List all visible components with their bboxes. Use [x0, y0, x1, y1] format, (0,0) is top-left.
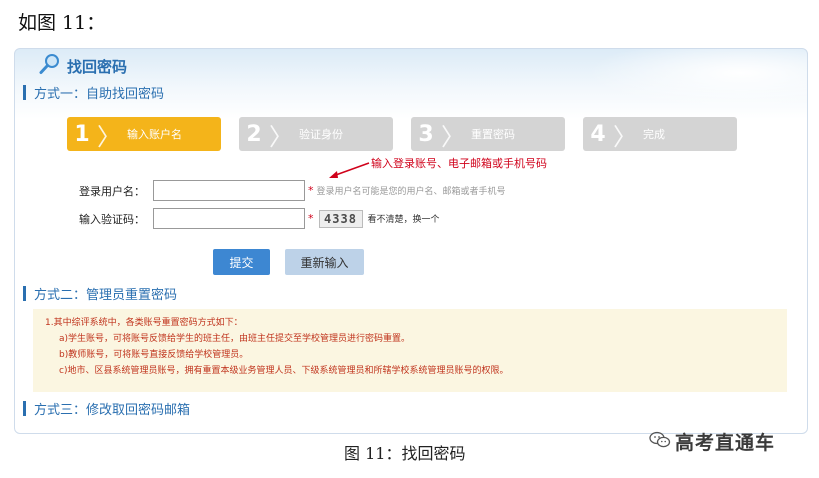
- watermark: 高考直通车: [649, 428, 775, 455]
- method2-heading: 方式二：管理员重置密码: [23, 284, 177, 303]
- figure-caption: 图 11：找回密码: [344, 444, 466, 463]
- chevron-right-icon: 〉: [269, 122, 293, 151]
- captcha-image[interactable]: 4338: [318, 209, 363, 228]
- required-mark: *: [308, 184, 314, 197]
- admin-reset-notice: 1.其中综评系统中，各类账号重置密码方式如下： a)学生账号，可将账号反馈给学生…: [33, 309, 787, 392]
- username-label: 登录用户名：: [79, 184, 145, 198]
- magnifier-icon: [39, 53, 61, 79]
- step-4: 4 〉 完成: [583, 117, 737, 151]
- chevron-right-icon: 〉: [441, 122, 465, 151]
- username-hint: 登录用户名可能是您的用户名、邮箱或者手机号: [316, 187, 506, 197]
- step-number: 4: [590, 121, 606, 147]
- username-row: 登录用户名： * 登录用户名可能是您的用户名、邮箱或者手机号: [75, 180, 506, 201]
- notice-line: 1.其中综评系统中，各类账号重置密码方式如下：: [45, 318, 243, 328]
- method3-heading: 方式三：修改取回密码邮箱: [23, 399, 190, 418]
- section-marker: [23, 85, 26, 100]
- captcha-row: 输入验证码： * 4338 看不清楚，换一个: [75, 208, 440, 229]
- section-marker: [23, 401, 26, 416]
- step-label: 完成: [643, 128, 665, 141]
- username-input[interactable]: [153, 180, 305, 201]
- document-heading: 如图 11：: [18, 12, 106, 34]
- method2-title: 方式二：管理员重置密码: [34, 288, 178, 303]
- step-1: 1 〉 输入账户名: [67, 117, 221, 151]
- method1-title: 方式一：自助找回密码: [34, 87, 165, 102]
- chevron-right-icon: 〉: [97, 122, 121, 151]
- method1-heading: 方式一：自助找回密码: [23, 83, 164, 102]
- wechat-icon: [649, 431, 671, 453]
- captcha-input[interactable]: [153, 208, 305, 229]
- step-2: 2 〉 验证身份: [239, 117, 393, 151]
- step-number: 1: [74, 121, 90, 147]
- notice-line: b)教师账号，可将账号直接反馈给学校管理员。: [59, 350, 249, 360]
- section-marker: [23, 286, 26, 301]
- step-3: 3 〉 重置密码: [411, 117, 565, 151]
- retrieve-password-panel: 找回密码 方式一：自助找回密码 1 〉 输入账户名 2 〉 验证身份 3 〉 重…: [14, 48, 808, 434]
- panel-title-text: 找回密码: [67, 57, 128, 76]
- annotation-arrow-icon: [329, 162, 370, 178]
- step-number: 3: [418, 121, 434, 147]
- annotation-text: 输入登录账号、电子邮箱或手机号码: [371, 157, 547, 170]
- watermark-text: 高考直通车: [675, 432, 776, 454]
- chevron-right-icon: 〉: [613, 122, 637, 151]
- step-number: 2: [246, 121, 262, 147]
- panel-title: 找回密码: [39, 53, 127, 79]
- cloud-decoration: [587, 49, 807, 109]
- required-mark: *: [308, 212, 314, 225]
- step-label: 重置密码: [471, 128, 515, 141]
- reset-button[interactable]: 重新输入: [285, 249, 364, 275]
- captcha-refresh-link[interactable]: 看不清楚，换一个: [368, 212, 440, 225]
- step-label: 输入账户名: [127, 128, 182, 141]
- method3-title: 方式三：修改取回密码邮箱: [34, 403, 191, 418]
- step-progress: 1 〉 输入账户名 2 〉 验证身份 3 〉 重置密码 4 〉 完成: [67, 117, 737, 151]
- notice-line: a)学生账号，可将账号反馈给学生的班主任，由班主任提交至学校管理员进行密码重置。: [59, 334, 411, 344]
- submit-button[interactable]: 提交: [213, 249, 270, 275]
- notice-line: c)地市、区县系统管理员账号，拥有重置本级业务管理人员、下级系统管理员和所辖学校…: [59, 366, 509, 376]
- step-label: 验证身份: [299, 128, 343, 141]
- captcha-label: 输入验证码：: [79, 212, 145, 226]
